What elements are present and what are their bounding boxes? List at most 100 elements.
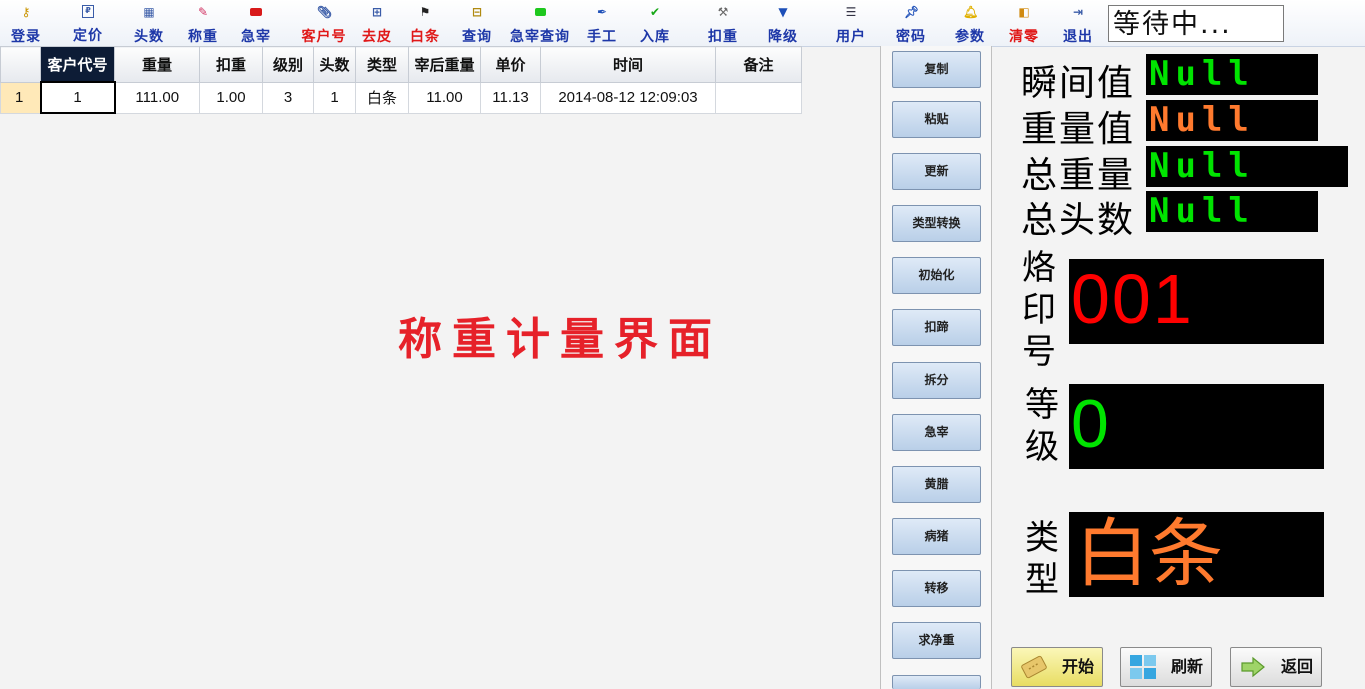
total-weight-display: Null bbox=[1146, 146, 1348, 187]
checkered-flag-icon: ⚑ bbox=[419, 5, 431, 19]
down-arrow-icon: ▼ bbox=[778, 5, 788, 19]
key-icon: ⚷ bbox=[21, 5, 31, 19]
ticket-icon bbox=[1021, 655, 1047, 679]
head-count-button[interactable]: ▦ 头数 bbox=[127, 2, 171, 45]
pen-icon: ✒ bbox=[596, 5, 608, 19]
downgrade-button[interactable]: ▼ 降级 bbox=[761, 2, 805, 45]
tare-button[interactable]: ⊞ 去皮 bbox=[355, 2, 399, 45]
brand-number-label: 烙印号 bbox=[1022, 248, 1056, 372]
status-display: 等待中... bbox=[1108, 5, 1284, 42]
side-button-panel: 复制 粘贴 更新 类型转换 初始化 扣蹄 拆分 急宰 黄腊 病猪 转移 求净重 bbox=[880, 46, 992, 689]
brand-number-value: 001 bbox=[1071, 260, 1194, 338]
cell-head-count[interactable]: 1 bbox=[313, 81, 356, 114]
pricing-button[interactable]: ₽ 定价 bbox=[66, 2, 110, 44]
copy-button[interactable]: 复制 bbox=[892, 51, 981, 88]
refresh-button[interactable]: 刷新 bbox=[1120, 647, 1212, 687]
cell-time[interactable]: 2014-08-12 12:09:03 bbox=[540, 81, 716, 114]
type-value: 白条 bbox=[1075, 511, 1223, 597]
exit-button[interactable]: ⇥ 退出 bbox=[1056, 2, 1100, 45]
cell-remarks[interactable] bbox=[715, 81, 802, 114]
grid-header-row: 客户代号 重量 扣重 级别 头数 类型 宰后重量 单价 时间 备注 bbox=[0, 46, 802, 83]
paste-button[interactable]: 粘贴 bbox=[892, 101, 981, 138]
column-header-dressed-weight[interactable]: 宰后重量 bbox=[408, 46, 481, 83]
column-header-time[interactable]: 时间 bbox=[540, 46, 716, 83]
emergency-button[interactable]: 急宰 bbox=[892, 414, 981, 451]
paperclip-icon: 📎︎ bbox=[317, 5, 333, 19]
column-header-weight[interactable]: 重量 bbox=[114, 46, 200, 83]
column-header-head-count[interactable]: 头数 bbox=[313, 46, 356, 83]
exit-door-icon: ⇥ bbox=[1072, 5, 1084, 19]
deduct-weight-button[interactable]: ⚒ 扣重 bbox=[701, 2, 745, 45]
query-button[interactable]: ⊟ 查询 bbox=[455, 2, 499, 45]
start-button[interactable]: 开始 bbox=[1011, 647, 1103, 687]
table-row[interactable]: 1 1 111.00 1.00 3 1 白条 11.00 11.13 2014-… bbox=[0, 81, 802, 114]
clear-button[interactable]: ◧ 清零 bbox=[1002, 2, 1046, 45]
tree-icon: ⊞ bbox=[371, 5, 383, 19]
net-weight-button[interactable]: 求净重 bbox=[892, 622, 981, 659]
row-indicator-header bbox=[0, 46, 41, 83]
cell-customer-code[interactable]: 1 bbox=[39, 81, 116, 114]
back-button[interactable]: 返回 bbox=[1230, 647, 1322, 687]
red-stop-icon bbox=[249, 5, 263, 19]
transfer-button[interactable]: 转移 bbox=[892, 570, 981, 607]
ruler-icon: ⊟ bbox=[471, 5, 483, 19]
cell-unit-price[interactable]: 11.13 bbox=[480, 81, 541, 114]
deduct-hoof-button[interactable]: 扣蹄 bbox=[892, 309, 981, 346]
manual-button[interactable]: ✒ 手工 bbox=[580, 2, 624, 45]
back-arrow-icon bbox=[1241, 656, 1265, 678]
toolbar: ⚷ 登录 ₽ 定价 ▦ 头数 ✎ 称重 急宰 📎︎ 客户号 ⊞ 去皮 ⚑ 白条 … bbox=[0, 0, 1365, 47]
stock-in-button[interactable]: ✔ 入库 bbox=[633, 2, 677, 45]
clear-icon: ◧ bbox=[1018, 5, 1030, 19]
emergency-query-button[interactable]: 急宰查询 bbox=[505, 2, 575, 45]
initialize-button[interactable]: 初始化 bbox=[892, 257, 981, 294]
scale-icon: ✎ bbox=[197, 5, 209, 19]
instant-value-display: Null bbox=[1146, 54, 1318, 95]
cell-deduction[interactable]: 1.00 bbox=[199, 81, 263, 114]
calendar-icon: ▦ bbox=[143, 5, 155, 19]
price-tag-icon: ₽ bbox=[82, 5, 94, 18]
refresh-tiles-icon bbox=[1130, 655, 1156, 679]
yellow-fat-button[interactable]: 黄腊 bbox=[892, 466, 981, 503]
grade-display-box: 0 bbox=[1069, 384, 1324, 469]
cell-weight[interactable]: 111.00 bbox=[114, 81, 200, 114]
users-button[interactable]: ☰ 用户 bbox=[829, 2, 873, 45]
checkmark-icon: ✔ bbox=[649, 5, 661, 19]
weigh-button[interactable]: ✎ 称重 bbox=[181, 2, 225, 45]
column-header-customer-code[interactable]: 客户代号 bbox=[40, 46, 115, 83]
column-header-remarks[interactable]: 备注 bbox=[715, 46, 802, 83]
cell-dressed-weight[interactable]: 11.00 bbox=[408, 81, 481, 114]
type-convert-button[interactable]: 类型转换 bbox=[892, 205, 981, 242]
hammer-icon: ⚒ bbox=[717, 5, 729, 19]
password-button[interactable]: 📌︎ 密码 bbox=[889, 2, 933, 45]
type-display-box: 白条 bbox=[1069, 512, 1324, 597]
cell-grade[interactable]: 3 bbox=[262, 81, 314, 114]
green-pill-icon bbox=[533, 5, 547, 19]
bell-icon: 🔔︎ bbox=[963, 5, 979, 19]
column-header-type[interactable]: 类型 bbox=[355, 46, 409, 83]
list-icon: ☰ bbox=[845, 5, 857, 19]
more-button-partial[interactable] bbox=[892, 675, 981, 689]
type-label: 类型 bbox=[1025, 518, 1059, 600]
split-button[interactable]: 拆分 bbox=[892, 362, 981, 399]
row-number: 1 bbox=[0, 81, 41, 114]
column-header-grade[interactable]: 级别 bbox=[262, 46, 314, 83]
cell-type[interactable]: 白条 bbox=[355, 81, 409, 114]
pushpin-icon: 📌︎ bbox=[904, 5, 920, 19]
brand-number-display-box: 001 bbox=[1069, 259, 1324, 344]
total-heads-label: 总头数 bbox=[1021, 200, 1136, 241]
weight-value-display: Null bbox=[1146, 100, 1318, 141]
grade-value: 0 bbox=[1071, 386, 1109, 462]
login-button[interactable]: ⚷ 登录 bbox=[4, 2, 48, 45]
page-title: 称重计量界面 bbox=[398, 314, 722, 365]
column-header-deduction[interactable]: 扣重 bbox=[199, 46, 263, 83]
sick-pig-button[interactable]: 病猪 bbox=[892, 518, 981, 555]
emergency-slaughter-button[interactable]: 急宰 bbox=[234, 2, 278, 45]
instant-value-label: 瞬间值 bbox=[1021, 63, 1136, 104]
column-header-unit-price[interactable]: 单价 bbox=[480, 46, 541, 83]
parameters-button[interactable]: 🔔︎ 参数 bbox=[948, 2, 992, 45]
customer-number-button[interactable]: 📎︎ 客户号 bbox=[296, 2, 352, 45]
data-grid[interactable]: 客户代号 重量 扣重 级别 头数 类型 宰后重量 单价 时间 备注 1 1 11… bbox=[0, 46, 802, 114]
update-button[interactable]: 更新 bbox=[892, 153, 981, 190]
grade-label: 等级 bbox=[1025, 385, 1059, 467]
carcass-button[interactable]: ⚑ 白条 bbox=[403, 2, 447, 45]
